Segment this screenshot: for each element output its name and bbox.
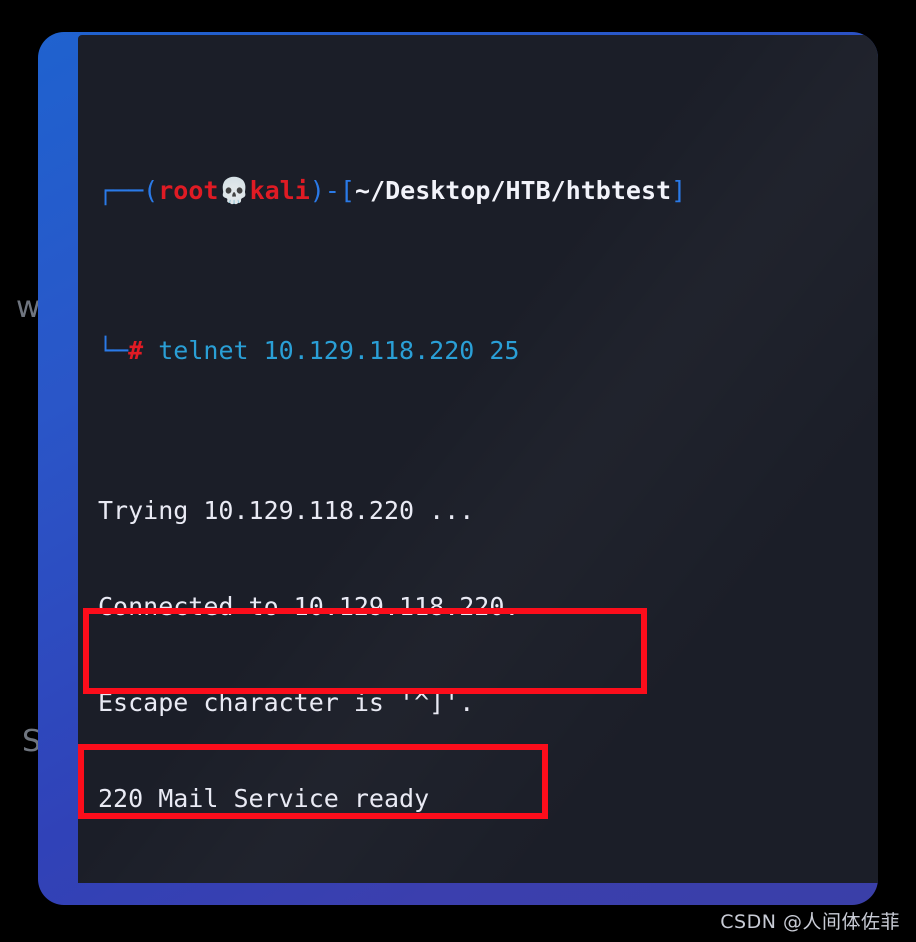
desktop-background: windo SeB ┌──(root💀kali)-[~/Desktop/HTB/… [0,0,916,942]
terminal-command-text: telnet 10.129.118.220 25 [158,336,520,365]
prompt-path-open-bracket: [ [339,176,355,205]
terminal-output: ┌──(root💀kali)-[~/Desktop/HTB/htbtest] └… [98,47,878,883]
terminal-window[interactable]: ┌──(root💀kali)-[~/Desktop/HTB/htbtest] └… [38,32,878,905]
prompt-line-bottom: └─# telnet 10.129.118.220 25 [98,335,878,367]
prompt-open-paren: ( [143,176,159,205]
terminal-output-line: Trying 10.129.118.220 ... [98,496,475,525]
terminal-output-line: list [98,879,878,883]
prompt-line-top: ┌──(root💀kali)-[~/Desktop/HTB/htbtest] [98,175,878,207]
prompt-user: root [158,176,219,205]
terminal-command: telnet 10.129.118.220 25 [143,336,519,365]
prompt-path-close-bracket: ] [671,176,687,205]
prompt-dash: - [324,176,340,205]
prompt-path: ~/Desktop/HTB/htbtest [354,176,672,205]
terminal-content-area[interactable]: ┌──(root💀kali)-[~/Desktop/HTB/htbtest] └… [78,35,878,883]
csdn-watermark: CSDN @人间体佐菲 [720,911,900,933]
terminal-output-line: Escape character is '^]'. [98,688,475,717]
terminal-output-line: Connected to 10.129.118.220. [98,592,520,621]
prompt-box-bottom-glyph: └─ [98,336,129,365]
prompt-box-top-glyph: ┌── [98,176,144,205]
prompt-host: kali [249,176,310,205]
skull-icon: 💀 [218,176,250,205]
prompt-close-paren: ) [309,176,325,205]
prompt-hash: # [128,336,144,365]
terminal-output-line: 220 Mail Service ready [98,784,430,813]
